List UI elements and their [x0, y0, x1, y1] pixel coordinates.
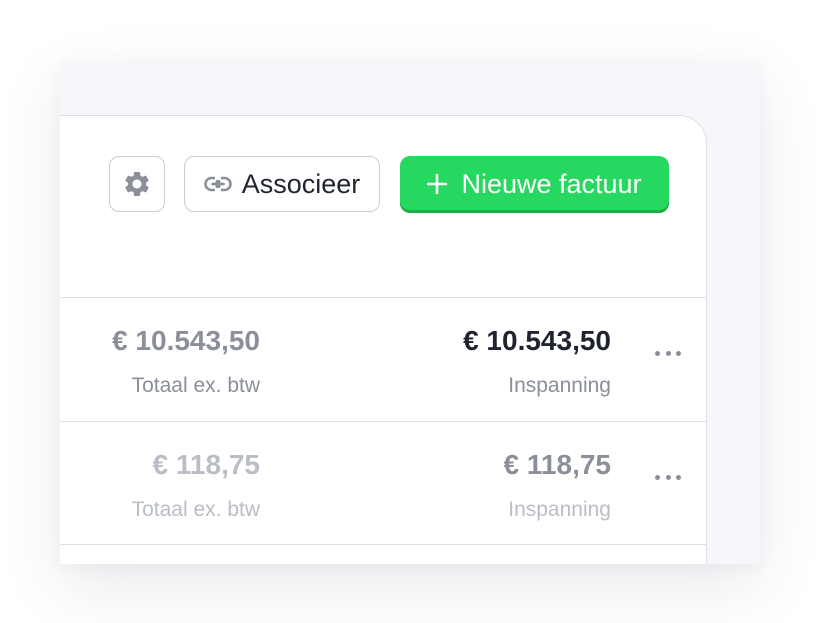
new-invoice-button[interactable]: Nieuwe factuur	[400, 155, 669, 213]
more-horizontal-icon[interactable]	[655, 472, 681, 482]
effort-label: Inspanning	[508, 498, 611, 521]
new-invoice-button-label: Nieuwe factuur	[461, 168, 642, 199]
invoice-row: € 118,75 Totaal ex. btw € 118,75 Inspann…	[60, 421, 706, 544]
card-toolbar: Associeer Nieuwe factuur	[109, 155, 669, 213]
gear-icon	[125, 172, 149, 196]
settings-button[interactable]	[109, 156, 165, 212]
effort-amount: € 118,75	[503, 449, 611, 480]
associate-button[interactable]: Associeer	[184, 156, 380, 212]
invoice-row: € 10.543,50 Totaal ex. btw € 10.543,50 I…	[60, 297, 706, 420]
total-ex-vat-label: Totaal ex. btw	[131, 498, 260, 521]
total-ex-vat-amount: € 118,75	[152, 449, 260, 480]
link-icon	[203, 176, 232, 192]
app-panel: Associeer Nieuwe factuur € 10.543,50 Tot…	[60, 60, 760, 564]
total-ex-vat-amount: € 10.543,50	[112, 325, 260, 356]
invoice-row-divider	[60, 544, 706, 564]
more-horizontal-icon[interactable]	[655, 348, 681, 358]
plus-icon	[427, 174, 448, 194]
effort-amount: € 10.543,50	[463, 325, 611, 356]
associate-button-label: Associeer	[241, 168, 361, 199]
total-ex-vat-label: Totaal ex. btw	[131, 374, 260, 397]
invoice-card: Associeer Nieuwe factuur € 10.543,50 Tot…	[60, 115, 707, 564]
effort-label: Inspanning	[508, 374, 611, 397]
